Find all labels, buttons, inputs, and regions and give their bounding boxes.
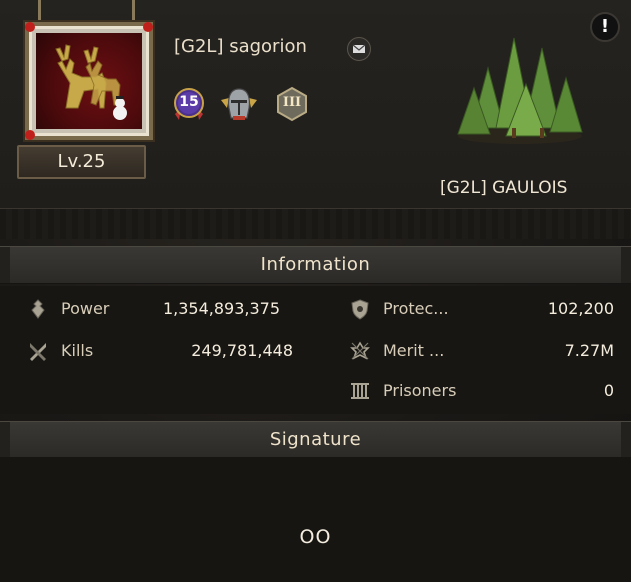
alliance-name[interactable]: [G2L] GAULOIS xyxy=(440,178,567,198)
kills-value: 249,781,448 xyxy=(191,341,293,360)
header-divider xyxy=(0,208,631,239)
reindeer-icon xyxy=(55,44,127,120)
kills-label: Kills xyxy=(61,341,94,360)
rank-numeral: III xyxy=(282,95,302,110)
mail-icon[interactable] xyxy=(347,37,371,61)
prisoners-value: 0 xyxy=(603,381,614,400)
merit-icon xyxy=(349,340,371,362)
avatar[interactable] xyxy=(25,22,153,140)
kills-icon xyxy=(27,340,49,362)
signature-title: Signature xyxy=(0,421,631,459)
signature-area xyxy=(0,457,631,582)
vip-badge[interactable]: 15 xyxy=(171,86,207,122)
signature-text: OO xyxy=(299,526,332,548)
player-name[interactable]: [G2L] sagorion xyxy=(174,36,307,57)
rank-badge[interactable]: III xyxy=(274,86,310,122)
information-title: Information xyxy=(0,246,631,284)
info-alert-icon[interactable]: ! xyxy=(590,12,620,42)
prisoners-label: Prisoners xyxy=(383,381,457,400)
power-value: 1,354,893,375 xyxy=(162,299,280,318)
player-profile-panel: Lv.25 [G2L] sagorion 15 III [G2L] GAULOI… xyxy=(0,0,631,582)
frame-hanger-left xyxy=(38,0,41,22)
vip-badge-number: 15 xyxy=(179,94,199,110)
profile-header: Lv.25 [G2L] sagorion 15 III [G2L] GAULOI… xyxy=(0,0,631,212)
knight-helmet-icon[interactable] xyxy=(219,86,259,122)
prison-icon xyxy=(349,380,371,402)
power-label: Power xyxy=(61,299,110,318)
alliance-emblem-trees-icon[interactable] xyxy=(450,28,590,146)
frame-hanger-right xyxy=(132,0,135,22)
merit-label: Merit ... xyxy=(383,341,445,360)
shield-icon xyxy=(349,298,371,320)
protection-value: 102,200 xyxy=(547,299,614,318)
holly-berry-icon xyxy=(25,22,35,32)
player-level: Lv.25 xyxy=(17,145,146,179)
protection-label: Protec... xyxy=(383,299,449,318)
avatar-image xyxy=(36,33,142,129)
merit-value: 7.27M xyxy=(564,341,614,360)
holly-berry-icon xyxy=(25,130,35,140)
power-icon xyxy=(27,298,49,320)
holly-berry-icon xyxy=(143,22,153,32)
